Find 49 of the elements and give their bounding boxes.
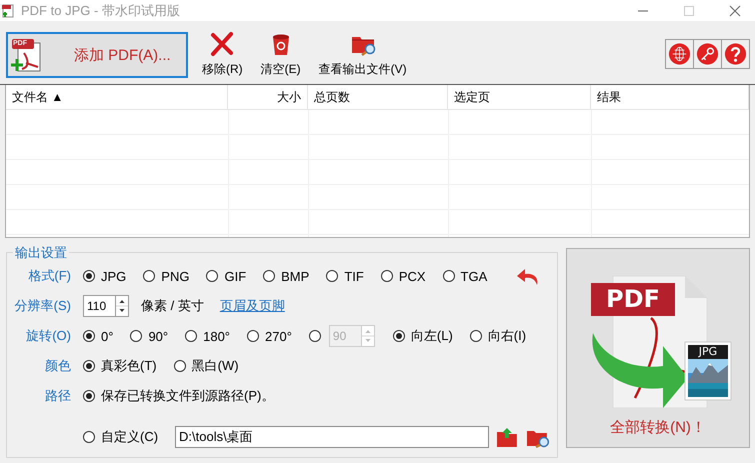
- close-icon[interactable]: [729, 4, 741, 17]
- help-icon: [723, 41, 748, 68]
- radio-button[interactable]: 180°: [185, 328, 230, 344]
- radio-button[interactable]: 90°: [130, 328, 168, 344]
- web-button[interactable]: [665, 39, 694, 70]
- help-button[interactable]: [721, 39, 750, 70]
- radio-button[interactable]: 向左(L): [392, 327, 453, 345]
- radio-button[interactable]: TGA: [442, 268, 488, 284]
- remove-button[interactable]: 移除(R): [198, 31, 247, 78]
- number-field[interactable]: 110: [83, 295, 115, 317]
- group-title: 输出设置: [13, 244, 69, 262]
- column-header[interactable]: 总页数: [308, 84, 448, 110]
- column-header[interactable]: 结果: [591, 84, 749, 110]
- field-label: 分辨率(S): [14, 297, 71, 315]
- radio-button[interactable]: PCX: [380, 268, 426, 284]
- key-icon: [695, 41, 720, 68]
- field-label: 旋转(O): [25, 327, 71, 345]
- field-label: 颜色: [44, 357, 71, 375]
- column-header[interactable]: 选定页: [448, 84, 591, 110]
- radio-button[interactable]: 0°: [83, 328, 114, 344]
- radio-button[interactable]: 黑白(W): [174, 357, 239, 375]
- radio-button[interactable]: GIF: [206, 268, 246, 284]
- pdf-banner: PDF: [591, 283, 675, 316]
- web-icon: [667, 41, 692, 68]
- radio-button[interactable]: 270°: [247, 328, 292, 344]
- radio-button[interactable]: JPG: [83, 268, 126, 284]
- column-header[interactable]: 大小: [228, 84, 308, 110]
- field-label: 路径: [44, 387, 71, 405]
- remove-icon: [209, 31, 236, 58]
- image-type-label: JPG: [688, 345, 728, 359]
- header-footer-link[interactable]: 页眉及页脚: [220, 297, 285, 315]
- radio-button[interactable]: BMP: [263, 268, 310, 284]
- window-title: PDF to JPG - 带水印试用版: [21, 2, 181, 20]
- key-button[interactable]: [693, 39, 722, 70]
- column-header[interactable]: 文件名 ▲: [6, 84, 228, 110]
- radio-button[interactable]: PNG: [143, 268, 190, 284]
- unit-label: 像素 / 英寸: [141, 297, 204, 315]
- radio-button[interactable]: 自定义(C): [83, 428, 158, 446]
- path-field[interactable]: D:\tools\桌面: [175, 426, 490, 448]
- spin-arrows-icon[interactable]: [115, 295, 129, 317]
- clear-button[interactable]: 清空(E): [256, 31, 305, 78]
- convert-all-button[interactable]: PDF JPG 全部转换(N)！: [566, 248, 750, 448]
- radio-button[interactable]: TIF: [326, 268, 364, 284]
- radio-button[interactable]: 向右(I): [470, 327, 526, 345]
- radio-button[interactable]: 真彩色(T): [83, 357, 157, 375]
- radio-button[interactable]: 保存已转换文件到源路径(P)。: [83, 387, 274, 405]
- folder-arrow-icon[interactable]: [495, 426, 520, 448]
- field-label: 格式(F): [27, 267, 71, 285]
- view-button[interactable]: 查看输出文件(V): [314, 31, 411, 78]
